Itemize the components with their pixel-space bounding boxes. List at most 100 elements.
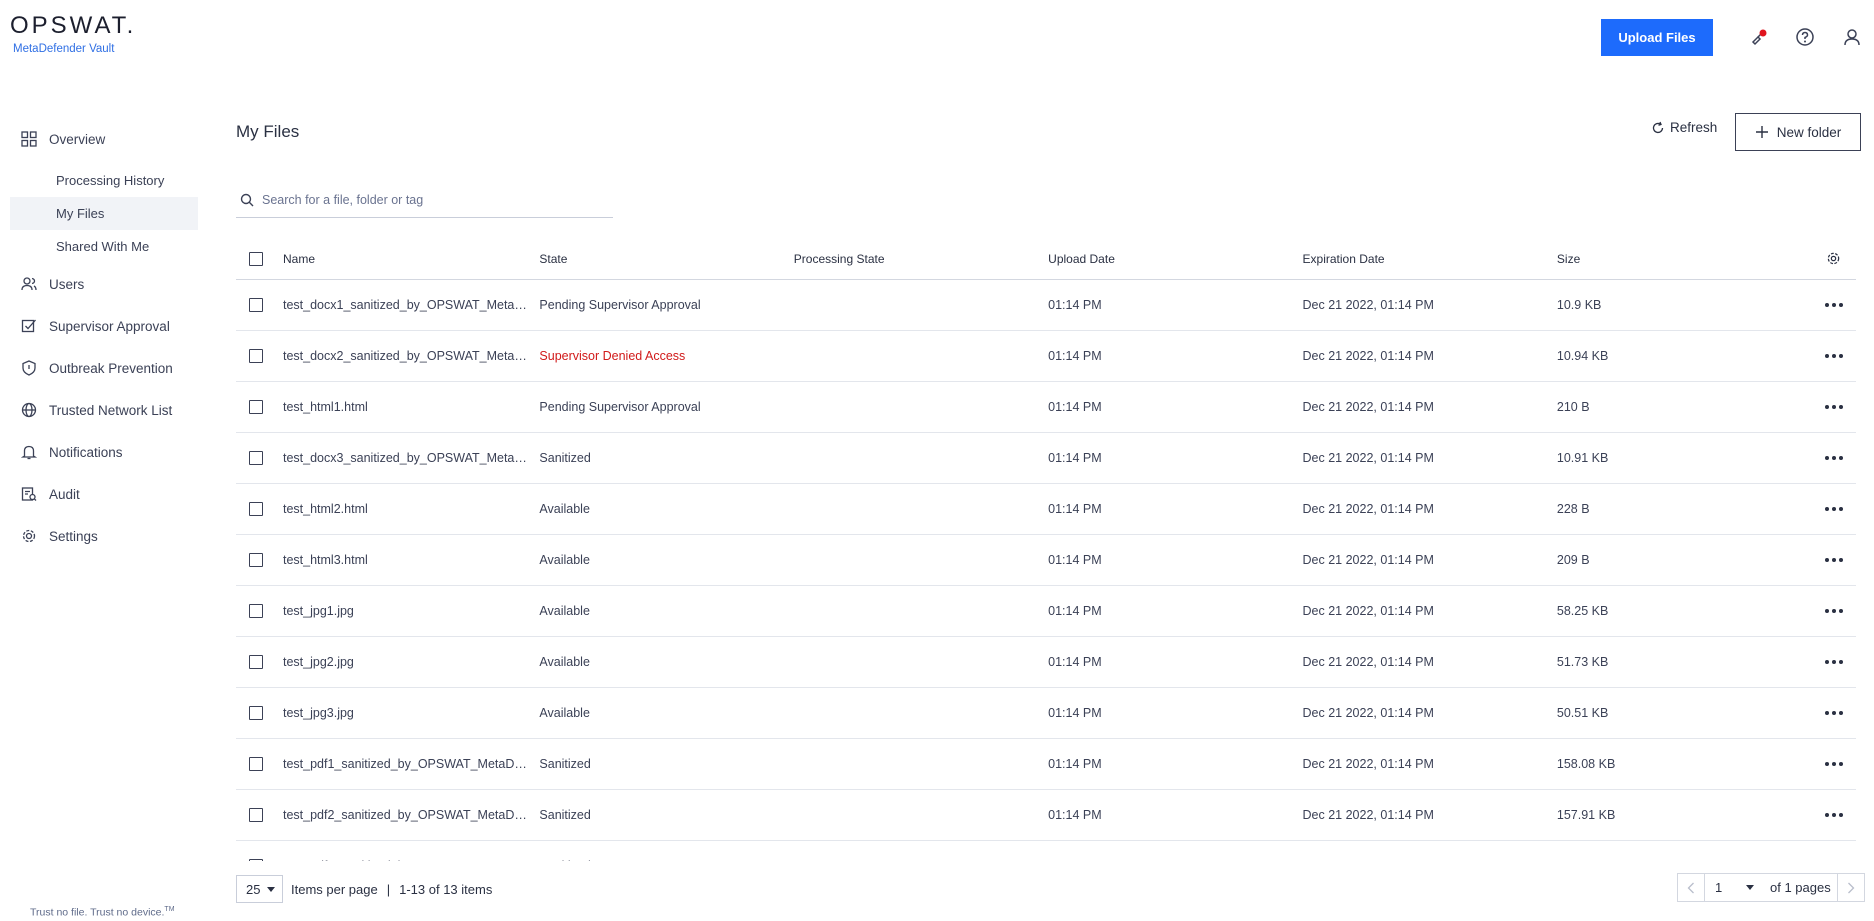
sidebar-item-label: Notifications: [49, 444, 123, 460]
row-checkbox[interactable]: [249, 859, 263, 861]
per-page-value: 25: [246, 881, 261, 897]
more-actions-icon[interactable]: [1811, 303, 1856, 307]
column-upload-date[interactable]: Upload Date: [1048, 252, 1302, 266]
file-expiration-date: Dec 21 2022, 01:14 PM: [1303, 859, 1557, 861]
notification-icon[interactable]: [1747, 25, 1771, 49]
sidebar-item-outbreak-prevention[interactable]: Outbreak Prevention: [10, 347, 198, 389]
file-upload-date: 01:14 PM: [1048, 451, 1102, 465]
row-checkbox[interactable]: [249, 298, 263, 312]
table-row[interactable]: test_html1.html Pending Supervisor Approv…: [236, 382, 1856, 433]
table-row[interactable]: test_pdf2_sanitized_by_OPSWAT_MetaDefend…: [236, 790, 1856, 841]
shield-icon: [21, 360, 37, 376]
upload-files-button[interactable]: Upload Files: [1601, 19, 1713, 56]
per-page-select[interactable]: 25: [236, 875, 283, 903]
sidebar-item-audit[interactable]: Audit: [10, 473, 198, 515]
more-actions-icon[interactable]: [1811, 711, 1856, 715]
row-checkbox[interactable]: [249, 400, 263, 414]
row-checkbox[interactable]: [249, 349, 263, 363]
row-checkbox[interactable]: [249, 502, 263, 516]
table-row[interactable]: test_docx2_sanitized_by_OPSWAT_MetaDefen…: [236, 331, 1856, 382]
more-actions-icon[interactable]: [1811, 354, 1856, 358]
sidebar-item-users[interactable]: Users: [10, 263, 198, 305]
bell-icon: [21, 444, 37, 460]
file-name[interactable]: test_jpg2.jpg: [283, 655, 539, 669]
sidebar-item-overview[interactable]: Overview: [10, 118, 198, 160]
column-processing-state[interactable]: Processing State: [794, 252, 1048, 266]
file-name[interactable]: test_docx1_sanitized_by_OPSWAT_MetaDefen…: [283, 298, 539, 312]
file-state: Available: [539, 502, 590, 516]
file-size: 10.94 KB: [1556, 349, 1609, 363]
product-name: MetaDefender Vault: [13, 43, 115, 55]
more-actions-icon[interactable]: [1811, 456, 1856, 460]
page-value: 1: [1715, 880, 1723, 895]
column-state[interactable]: State: [539, 252, 793, 266]
table-row[interactable]: test_docx1_sanitized_by_OPSWAT_MetaDefen…: [236, 280, 1856, 331]
row-checkbox[interactable]: [249, 553, 263, 567]
row-checkbox[interactable]: [249, 706, 263, 720]
search-input[interactable]: [262, 193, 582, 207]
table-row[interactable]: test_html2.html Available 01:14 PM Dec 21 2…: [236, 484, 1856, 535]
row-checkbox[interactable]: [249, 655, 263, 669]
row-checkbox[interactable]: [249, 604, 263, 618]
next-page-icon[interactable]: [1838, 874, 1864, 901]
file-name[interactable]: test_docx2_sanitized_by_OPSWAT_MetaDefen…: [283, 349, 539, 363]
table-row[interactable]: test_html3.html Available 01:14 PM Dec 21 2…: [236, 535, 1856, 586]
file-name[interactable]: test_html3.html: [283, 553, 539, 567]
help-icon[interactable]: [1793, 25, 1817, 49]
more-actions-icon[interactable]: [1811, 405, 1856, 409]
more-actions-icon[interactable]: [1811, 660, 1856, 664]
sidebar-item-shared-with-me[interactable]: Shared With Me: [10, 230, 198, 263]
sidebar-item-label: Outbreak Prevention: [49, 360, 173, 376]
table-row[interactable]: test_pdf3_sanitized_by_OPSWAT_MetaDefend…: [236, 841, 1856, 861]
sidebar-item-supervisor-approval[interactable]: Supervisor Approval: [10, 305, 198, 347]
more-actions-icon[interactable]: [1811, 762, 1856, 766]
table-row[interactable]: test_docx3_sanitized_by_OPSWAT_MetaDefen…: [236, 433, 1856, 484]
logo[interactable]: OPSWAT. MetaDefender Vault: [10, 14, 136, 56]
column-expiration-date[interactable]: Expiration Date: [1303, 252, 1557, 266]
table-row[interactable]: test_jpg1.jpg Available 01:14 PM Dec 21 202…: [236, 586, 1856, 637]
file-name[interactable]: test_html1.html: [283, 400, 539, 414]
sidebar-item-settings[interactable]: Settings: [10, 515, 198, 557]
more-actions-icon[interactable]: [1811, 507, 1856, 511]
sidebar-item-notifications[interactable]: Notifications: [10, 431, 198, 473]
file-name[interactable]: test_pdf2_sanitized_by_OPSWAT_MetaDefend…: [283, 808, 539, 822]
row-checkbox[interactable]: [249, 757, 263, 771]
files-table: Name State Processing State Upload Date …: [236, 238, 1856, 861]
more-actions-icon[interactable]: [1811, 558, 1856, 562]
file-state: Available: [539, 604, 590, 618]
refresh-button[interactable]: Refresh: [1651, 120, 1717, 135]
row-checkbox[interactable]: [249, 808, 263, 822]
column-name[interactable]: Name: [283, 252, 539, 266]
table-row[interactable]: test_jpg3.jpg Available 01:14 PM Dec 21 202…: [236, 688, 1856, 739]
table-row[interactable]: test_pdf1_sanitized_by_OPSWAT_MetaDefend…: [236, 739, 1856, 790]
page-select[interactable]: 1: [1704, 874, 1764, 901]
file-name[interactable]: test_pdf1_sanitized_by_OPSWAT_MetaDefend…: [283, 757, 539, 771]
file-upload-date: 01:14 PM: [1048, 553, 1102, 567]
file-expiration-date: Dec 21 2022, 01:14 PM: [1302, 604, 1434, 618]
gear-icon: [21, 528, 37, 544]
new-folder-button[interactable]: New folder: [1735, 113, 1861, 151]
table-header: Name State Processing State Upload Date …: [236, 238, 1856, 280]
column-settings-icon[interactable]: [1811, 251, 1856, 266]
file-size: 228 B: [1556, 502, 1590, 516]
more-actions-icon[interactable]: [1811, 609, 1856, 613]
table-row[interactable]: test_jpg2.jpg Available 01:14 PM Dec 21 202…: [236, 637, 1856, 688]
select-all-checkbox[interactable]: [249, 251, 263, 266]
file-name[interactable]: test_jpg1.jpg: [283, 604, 539, 618]
column-size[interactable]: Size: [1557, 252, 1811, 266]
sidebar-item-trusted-network-list[interactable]: Trusted Network List: [10, 389, 198, 431]
separator: |: [386, 881, 391, 897]
prev-page-icon[interactable]: [1678, 874, 1704, 901]
file-name[interactable]: test_html2.html: [283, 502, 539, 516]
sidebar-item-processing-history[interactable]: Processing History: [10, 164, 198, 197]
file-name[interactable]: test_docx3_sanitized_by_OPSWAT_MetaDefen…: [283, 451, 539, 465]
file-upload-date: 01:14 PM: [1048, 400, 1102, 414]
user-icon[interactable]: [1840, 25, 1864, 49]
file-expiration-date: Dec 21 2022, 01:14 PM: [1302, 451, 1434, 465]
file-name[interactable]: test_jpg3.jpg: [283, 706, 539, 720]
sidebar-item-my-files[interactable]: My Files: [10, 197, 198, 230]
row-checkbox[interactable]: [249, 451, 263, 465]
file-upload-date: 01:14 PM: [1048, 298, 1102, 312]
more-actions-icon[interactable]: [1811, 813, 1856, 817]
file-name[interactable]: test_pdf3_sanitized_by_OPSWAT_MetaDefend…: [283, 859, 539, 861]
